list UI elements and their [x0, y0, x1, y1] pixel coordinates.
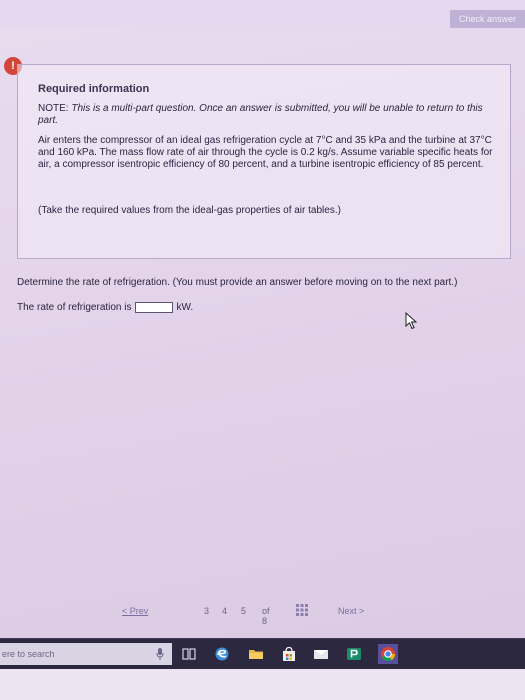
file-explorer-icon[interactable] — [248, 646, 264, 662]
note-label: NOTE: — [38, 103, 69, 114]
problem-statement: Air enters the compressor of an ideal ga… — [38, 135, 493, 170]
page-5-link[interactable]: 5 — [241, 606, 246, 616]
page-total: of 8 — [262, 606, 270, 626]
refrigeration-rate-input[interactable] — [134, 302, 173, 313]
store-icon[interactable] — [281, 646, 297, 662]
answer-unit: kW. — [176, 302, 194, 313]
grid-view-icon[interactable] — [296, 604, 308, 616]
answer-prefix: The rate of refrigeration is — [17, 302, 132, 313]
check-answer-button[interactable]: Check answer — [450, 10, 525, 28]
task-view-icon[interactable] — [181, 646, 197, 662]
info-title: Required information — [38, 83, 150, 95]
microphone-icon[interactable] — [156, 648, 164, 660]
windows-taskbar: ere to search — [0, 638, 525, 669]
answer-row: The rate of refrigeration is kW. — [17, 302, 193, 313]
mouse-cursor-icon — [405, 312, 418, 330]
question-prompt: Determine the rate of refrigeration. (Yo… — [17, 277, 458, 288]
edge-browser-icon[interactable] — [214, 646, 230, 662]
page-3-link[interactable]: 3 — [204, 606, 209, 616]
desk-surface — [0, 669, 525, 700]
note-text: This is a multi-part question. Once an a… — [38, 103, 483, 126]
table-hint: (Take the required values from the ideal… — [38, 205, 341, 216]
taskbar-search-box[interactable]: ere to search — [0, 643, 172, 665]
page-4-link[interactable]: 4 — [222, 606, 227, 616]
info-note: NOTE: This is a multi-part question. Onc… — [38, 103, 488, 127]
next-button[interactable]: Next > — [338, 606, 364, 616]
chrome-browser-icon[interactable] — [378, 644, 398, 664]
required-information-panel: Required information NOTE: This is a mul… — [17, 64, 511, 259]
search-placeholder: ere to search — [2, 649, 55, 659]
prev-button[interactable]: < Prev — [122, 606, 148, 616]
top-bar: Check answer — [0, 0, 525, 30]
publisher-icon[interactable] — [346, 646, 362, 662]
mail-icon[interactable] — [313, 646, 329, 662]
